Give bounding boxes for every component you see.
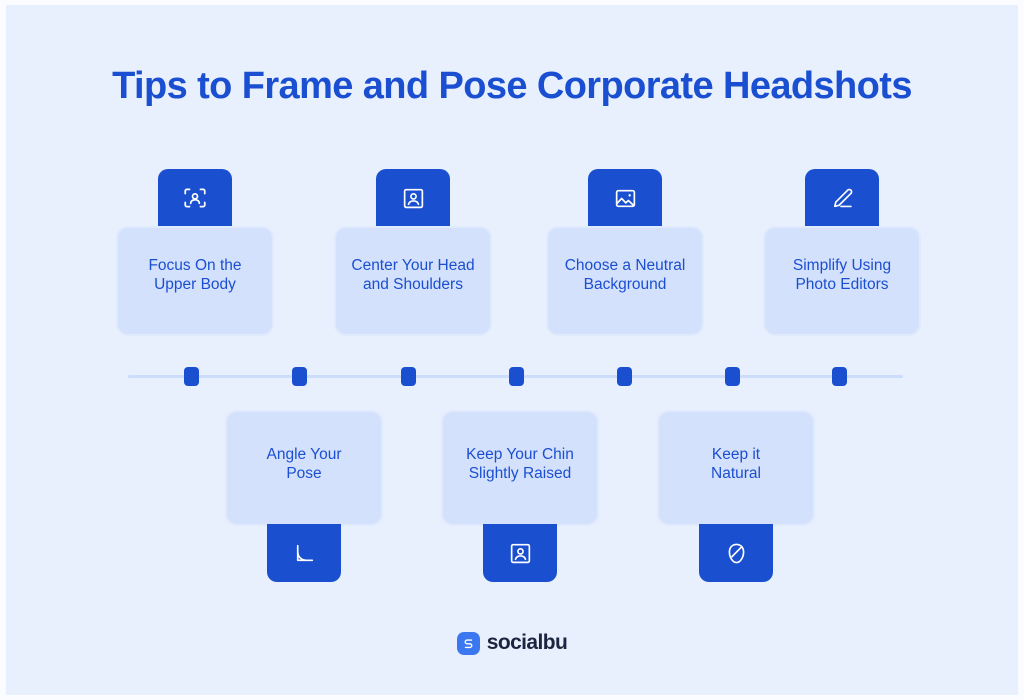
card-neutral-background: Choose a Neutral Background — [546, 226, 704, 336]
card-label: Simplify Using Photo Editors — [792, 257, 892, 293]
page-title: Tips to Frame and Pose Corporate Headsho… — [112, 65, 912, 107]
timeline-tick — [832, 367, 847, 386]
card-focus-upper-body: Focus On the Upper Body — [116, 226, 274, 336]
card-keep-chin-raised: Keep Your Chin Slightly Raised — [441, 410, 599, 526]
card-label: Choose a Neutral Background — [564, 257, 686, 293]
timeline-tick — [401, 367, 416, 386]
pencil-icon — [830, 186, 855, 211]
socialbu-mark-icon — [456, 631, 480, 655]
icon-tile-angle-your-pose — [267, 524, 341, 582]
brand-name: socialbu — [486, 631, 568, 654]
scan-face-icon — [182, 185, 208, 211]
leaf-icon — [724, 541, 749, 566]
card-simplify-photo-editors: Simplify Using Photo Editors — [763, 226, 921, 336]
timeline-tick — [509, 367, 524, 386]
card-label: Keep it Natural — [711, 446, 761, 482]
card-center-head-shoulders: Center Your Head and Shoulders — [334, 226, 492, 336]
icon-tile-keep-it-natural — [699, 524, 773, 582]
card-label: Center Your Head and Shoulders — [351, 257, 475, 293]
angle-icon — [292, 541, 317, 566]
user-square-icon — [508, 541, 533, 566]
card-label: Keep Your Chin Slightly Raised — [466, 446, 574, 482]
icon-tile-focus-upper-body — [158, 169, 232, 227]
image-icon — [613, 186, 638, 211]
timeline-tick — [292, 367, 307, 386]
card-angle-your-pose: Angle Your Pose — [225, 410, 383, 526]
icon-tile-center-head-shoulders — [376, 169, 450, 227]
icon-tile-neutral-background — [588, 169, 662, 227]
icon-tile-simplify-photo-editors — [805, 169, 879, 227]
icon-tile-keep-chin-raised — [483, 524, 557, 582]
brand-logo: socialbu — [6, 631, 1018, 655]
card-keep-it-natural: Keep it Natural — [657, 410, 815, 526]
timeline-tick — [725, 367, 740, 386]
infographic-canvas: Tips to Frame and Pose Corporate Headsho… — [6, 5, 1018, 695]
user-square-icon — [401, 186, 426, 211]
card-label: Angle Your Pose — [266, 446, 342, 482]
timeline-tick — [184, 367, 199, 386]
timeline-tick — [617, 367, 632, 386]
card-label: Focus On the Upper Body — [148, 257, 242, 293]
